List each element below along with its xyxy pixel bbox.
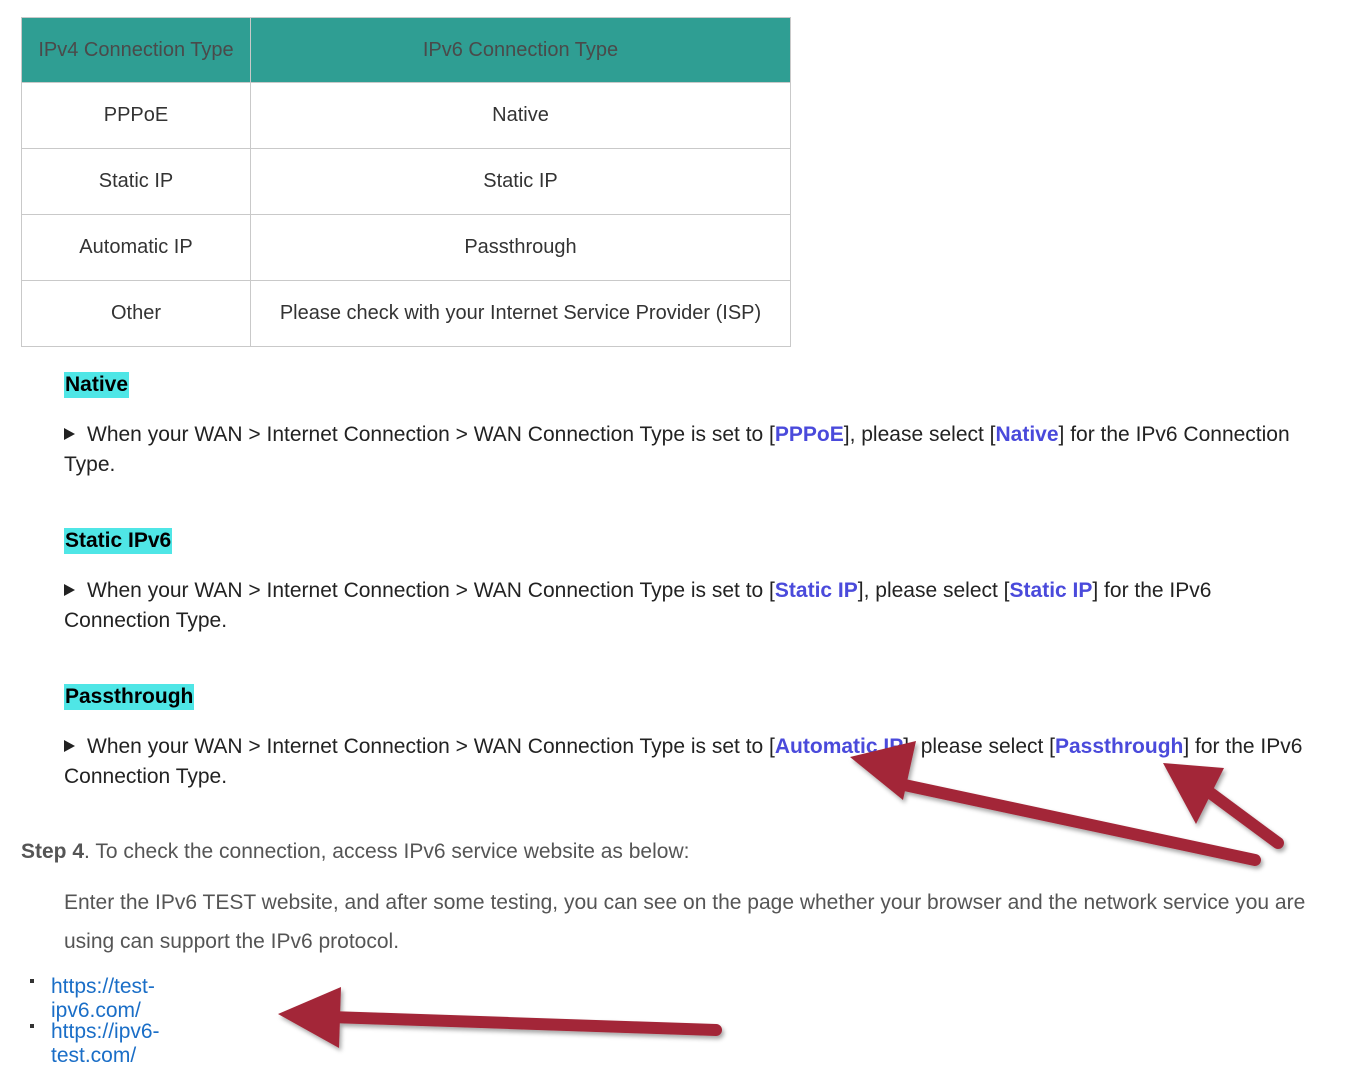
ipv6-type-link[interactable]: Native bbox=[996, 423, 1059, 446]
step-description: Enter the IPv6 TEST website, and after s… bbox=[64, 891, 1306, 953]
wan-type-link[interactable]: PPPoE bbox=[775, 423, 844, 446]
section-title-static-ipv6: Static IPv6 bbox=[64, 528, 173, 554]
ipv6-cell: Passthrough bbox=[250, 214, 791, 281]
section-title-native: Native bbox=[64, 372, 130, 398]
section-description: When your WAN > Internet Connection > WA… bbox=[64, 579, 1212, 632]
triangle-bullet-icon bbox=[64, 584, 75, 596]
step-heading: Step 4. To check the connection, access … bbox=[21, 840, 689, 864]
arrow-to-links-icon bbox=[278, 987, 722, 1048]
table-row: Other Please check with your Internet Se… bbox=[21, 280, 791, 347]
ipv6-cell: Static IP bbox=[250, 148, 791, 215]
passthrough-section: Passthrough When your WAN > Internet Con… bbox=[64, 684, 1314, 792]
bullet-icon bbox=[30, 979, 34, 983]
section-description: When your WAN > Internet Connection > WA… bbox=[64, 423, 1290, 476]
table-header-row: IPv4 Connection Type IPv6 Connection Typ… bbox=[21, 17, 791, 83]
section-title-passthrough: Passthrough bbox=[64, 684, 195, 710]
triangle-bullet-icon bbox=[64, 428, 75, 440]
test-ipv6-link[interactable]: https://test-ipv6.com/ bbox=[51, 975, 155, 1023]
ipv6-header: IPv6 Connection Type bbox=[250, 17, 791, 83]
ipv6-test-link[interactable]: https://ipv6-test.com/ bbox=[51, 1020, 160, 1068]
ipv4-header: IPv4 Connection Type bbox=[21, 17, 251, 83]
ipv4-cell: Static IP bbox=[21, 148, 251, 215]
wan-type-link[interactable]: Static IP bbox=[775, 579, 858, 602]
ipv4-cell: PPPoE bbox=[21, 82, 251, 149]
ipv6-type-link[interactable]: Passthrough bbox=[1055, 735, 1183, 758]
table-row: PPPoE Native bbox=[21, 82, 791, 149]
ipv4-cell: Other bbox=[21, 280, 251, 347]
static-ipv6-section: Static IPv6 When your WAN > Internet Con… bbox=[64, 528, 1314, 636]
wan-type-link[interactable]: Automatic IP bbox=[775, 735, 903, 758]
step-label: Step 4 bbox=[21, 840, 85, 863]
bullet-icon bbox=[30, 1024, 34, 1028]
table-row: Static IP Static IP bbox=[21, 148, 791, 215]
ipv6-type-link[interactable]: Static IP bbox=[1010, 579, 1093, 602]
table-row: Automatic IP Passthrough bbox=[21, 214, 791, 281]
ipv6-cell: Native bbox=[250, 82, 791, 149]
section-description: When your WAN > Internet Connection > WA… bbox=[64, 735, 1303, 788]
ipv4-cell: Automatic IP bbox=[21, 214, 251, 281]
triangle-bullet-icon bbox=[64, 740, 75, 752]
ipv6-cell: Please check with your Internet Service … bbox=[250, 280, 791, 347]
step-text: . To check the connection, access IPv6 s… bbox=[84, 840, 690, 863]
connection-type-table: IPv4 Connection Type IPv6 Connection Typ… bbox=[21, 17, 791, 347]
native-section: Native When your WAN > Internet Connecti… bbox=[64, 372, 1314, 480]
